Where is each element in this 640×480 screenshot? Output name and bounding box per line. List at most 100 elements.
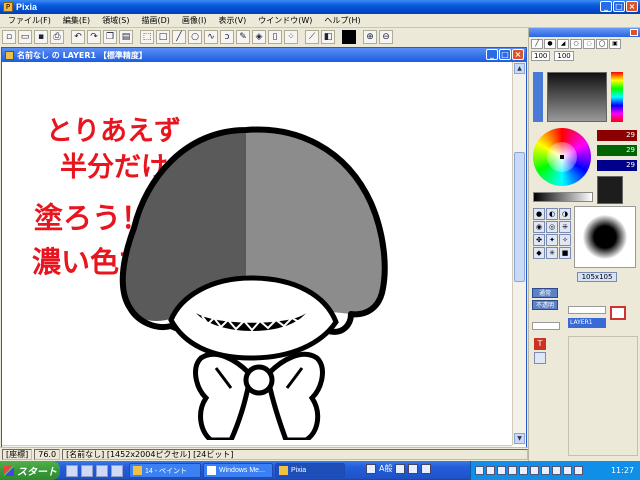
- stamp-brush-icon[interactable]: ▣: [609, 39, 621, 49]
- maximize-button[interactable]: □: [613, 1, 625, 12]
- scroll-up-arrow-icon[interactable]: ▲: [514, 63, 525, 74]
- pen-brush-icon[interactable]: ╱: [531, 39, 543, 49]
- tool-11-icon[interactable]: ✳: [546, 247, 558, 259]
- ime-option-2-icon[interactable]: [408, 463, 419, 474]
- copy-icon[interactable]: ❐: [103, 30, 117, 44]
- ime-icon[interactable]: [366, 463, 376, 474]
- select-tool-icon[interactable]: ⬚: [140, 30, 154, 44]
- task-pixia[interactable]: Pixia: [275, 463, 345, 478]
- menu-draw[interactable]: 描画(D): [135, 15, 175, 26]
- tray-9-icon[interactable]: [563, 466, 572, 475]
- color-mode-tab[interactable]: [533, 72, 543, 122]
- soft-brush-icon[interactable]: ◯: [596, 39, 608, 49]
- rectangle-tool-icon[interactable]: □: [156, 30, 170, 44]
- open-folder-icon[interactable]: ▭: [18, 30, 32, 44]
- new-file-icon[interactable]: ▫: [2, 30, 16, 44]
- brush-size-1[interactable]: 100: [531, 51, 551, 61]
- language-bar[interactable]: A般: [366, 463, 432, 474]
- quick-launch-4-icon[interactable]: [111, 464, 123, 477]
- task-paint[interactable]: 14 - ペイント: [129, 463, 201, 478]
- vertical-scroll-thumb[interactable]: [514, 152, 525, 282]
- doc-maximize-button[interactable]: □: [499, 49, 511, 60]
- panel-close-button[interactable]: [630, 29, 638, 36]
- green-value[interactable]: 29: [597, 145, 637, 156]
- brush-size-2[interactable]: 100: [554, 51, 574, 61]
- clock[interactable]: 11:27: [611, 466, 634, 475]
- menu-file[interactable]: ファイル(F): [2, 15, 57, 26]
- quick-launch-3-icon[interactable]: [96, 464, 108, 477]
- menu-window[interactable]: ウインドウ(W): [252, 15, 318, 26]
- zoom-in-icon[interactable]: ⊕: [363, 30, 377, 44]
- layer-add-icon[interactable]: T: [534, 338, 546, 350]
- tool-6-icon[interactable]: ⁜: [559, 221, 571, 233]
- tool-10-icon[interactable]: ◆: [533, 247, 545, 259]
- drawing-canvas[interactable]: とりあえず 半分だけ 塗ろう！ 濃い色で。: [6, 68, 512, 440]
- line-tool-icon[interactable]: ╱: [172, 30, 186, 44]
- tray-1-icon[interactable]: [475, 466, 484, 475]
- current-color-swatch[interactable]: [342, 30, 356, 44]
- red-value[interactable]: 29: [597, 130, 637, 141]
- marker-brush-icon[interactable]: ◢: [557, 39, 569, 49]
- undo-icon[interactable]: ↶: [71, 30, 85, 44]
- tray-3-icon[interactable]: [497, 466, 506, 475]
- doc-minimize-button[interactable]: _: [486, 49, 498, 60]
- tool-3-icon[interactable]: ◑: [559, 208, 571, 220]
- dropper-tool-icon[interactable]: ⟋: [305, 30, 319, 44]
- tool-8-icon[interactable]: ✦: [546, 234, 558, 246]
- fill-tool-icon[interactable]: ◈: [252, 30, 266, 44]
- quick-launch-1-icon[interactable]: [66, 464, 78, 477]
- tool-2-icon[interactable]: ◐: [546, 208, 558, 220]
- tool-4-icon[interactable]: ◉: [533, 221, 545, 233]
- color-swap-icon[interactable]: ◧: [321, 30, 335, 44]
- eraser-tool-icon[interactable]: ▯: [268, 30, 282, 44]
- menu-image[interactable]: 画像(I): [176, 15, 213, 26]
- tray-7-icon[interactable]: [541, 466, 550, 475]
- round-brush-icon[interactable]: ○: [570, 39, 582, 49]
- ime-option-1-icon[interactable]: [395, 463, 406, 474]
- zoom-out-icon[interactable]: ⊖: [379, 30, 393, 44]
- minimize-button[interactable]: _: [600, 1, 612, 12]
- task-windows-media[interactable]: Windows Me...: [203, 463, 273, 478]
- brush-tool-icon[interactable]: ✎: [236, 30, 250, 44]
- tool-5-icon[interactable]: ◎: [546, 221, 558, 233]
- ime-option-3-icon[interactable]: [421, 463, 432, 474]
- redo-icon[interactable]: ↷: [87, 30, 101, 44]
- doc-close-button[interactable]: ×: [512, 49, 524, 60]
- menu-edit[interactable]: 編集(E): [57, 15, 96, 26]
- tray-2-icon[interactable]: [486, 466, 495, 475]
- paste-icon[interactable]: ▤: [119, 30, 133, 44]
- scroll-down-arrow-icon[interactable]: ▼: [514, 433, 525, 444]
- layer-opacity-button[interactable]: 不透明: [532, 300, 558, 310]
- print-icon[interactable]: ⎙: [50, 30, 64, 44]
- tool-12-icon[interactable]: ■: [559, 247, 571, 259]
- lasso-tool-icon[interactable]: ↄ: [220, 30, 234, 44]
- menu-view[interactable]: 表示(V): [212, 15, 252, 26]
- hue-strip[interactable]: [611, 72, 623, 122]
- layer-item[interactable]: LAYER1: [568, 318, 606, 328]
- blur-brush-icon[interactable]: ◌: [583, 39, 595, 49]
- brush-color-swatch[interactable]: [597, 176, 623, 204]
- tray-4-icon[interactable]: [508, 466, 517, 475]
- layer-thumbnail[interactable]: [610, 306, 626, 320]
- tray-6-icon[interactable]: [530, 466, 539, 475]
- tool-1-icon[interactable]: ●: [533, 208, 545, 220]
- color-gradient-square[interactable]: [547, 72, 607, 122]
- tray-10-icon[interactable]: [574, 466, 583, 475]
- tray-5-icon[interactable]: [519, 466, 528, 475]
- close-button[interactable]: ×: [626, 1, 638, 12]
- layer-slider[interactable]: [532, 322, 560, 330]
- blue-value[interactable]: 29: [597, 160, 637, 171]
- quick-launch-2-icon[interactable]: [81, 464, 93, 477]
- save-icon[interactable]: ▪: [34, 30, 48, 44]
- layer-list-icon[interactable]: [534, 352, 546, 364]
- tool-9-icon[interactable]: ✧: [559, 234, 571, 246]
- start-button[interactable]: スタート: [0, 461, 60, 480]
- layer-mode-button[interactable]: 通常: [532, 288, 558, 298]
- tray-8-icon[interactable]: [552, 466, 561, 475]
- menu-help[interactable]: ヘルプ(H): [318, 15, 366, 26]
- vertical-scrollbar[interactable]: ▲ ▼: [512, 62, 526, 445]
- value-slider[interactable]: [533, 192, 593, 202]
- pattern-tool-icon[interactable]: ⁘: [284, 30, 298, 44]
- color-wheel[interactable]: [533, 128, 593, 188]
- circle-tool-icon[interactable]: ○: [188, 30, 202, 44]
